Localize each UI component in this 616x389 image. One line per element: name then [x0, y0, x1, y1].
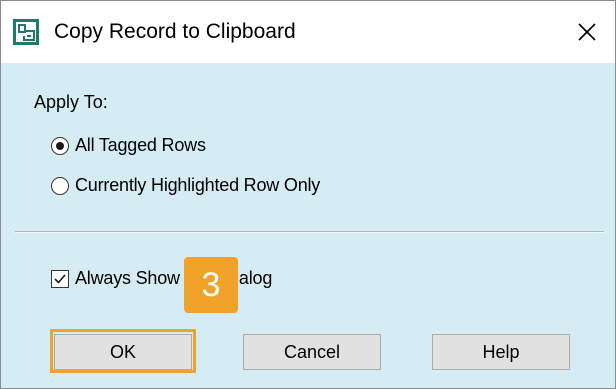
radio-label-currently-highlighted-row: Currently Highlighted Row Only: [75, 175, 321, 195]
close-button[interactable]: [559, 1, 615, 63]
always-show-dialog-checkbox-row[interactable]: Always Show This Dialog: [51, 268, 272, 289]
help-button[interactable]: Help: [432, 334, 570, 370]
cancel-button[interactable]: Cancel: [243, 334, 381, 370]
radio-button-unselected[interactable]: [51, 176, 69, 195]
checkmark-icon: [54, 273, 66, 284]
radio-label-all-tagged-rows: All Tagged Rows: [75, 135, 206, 155]
radio-button-selected[interactable]: [51, 136, 69, 155]
copy-record-dialog: Copy Record to Clipboard Apply To: All T…: [0, 0, 616, 389]
always-show-checkbox[interactable]: [51, 269, 69, 288]
apply-to-label: Apply To:: [34, 92, 108, 112]
radio-all-tagged-rows[interactable]: All Tagged Rows: [51, 135, 206, 156]
close-icon: [578, 23, 596, 41]
ok-button[interactable]: OK: [54, 334, 192, 370]
step-number-badge: 3: [184, 257, 238, 313]
always-show-label: Always Show This Dialog: [75, 268, 273, 288]
separator-line: [15, 231, 604, 233]
radio-dot: [56, 141, 64, 150]
title-bar[interactable]: Copy Record to Clipboard: [1, 1, 615, 63]
radio-currently-highlighted-row[interactable]: Currently Highlighted Row Only: [51, 175, 320, 196]
clipboard-app-icon: [12, 18, 40, 46]
dialog-title: Copy Record to Clipboard: [54, 20, 296, 43]
